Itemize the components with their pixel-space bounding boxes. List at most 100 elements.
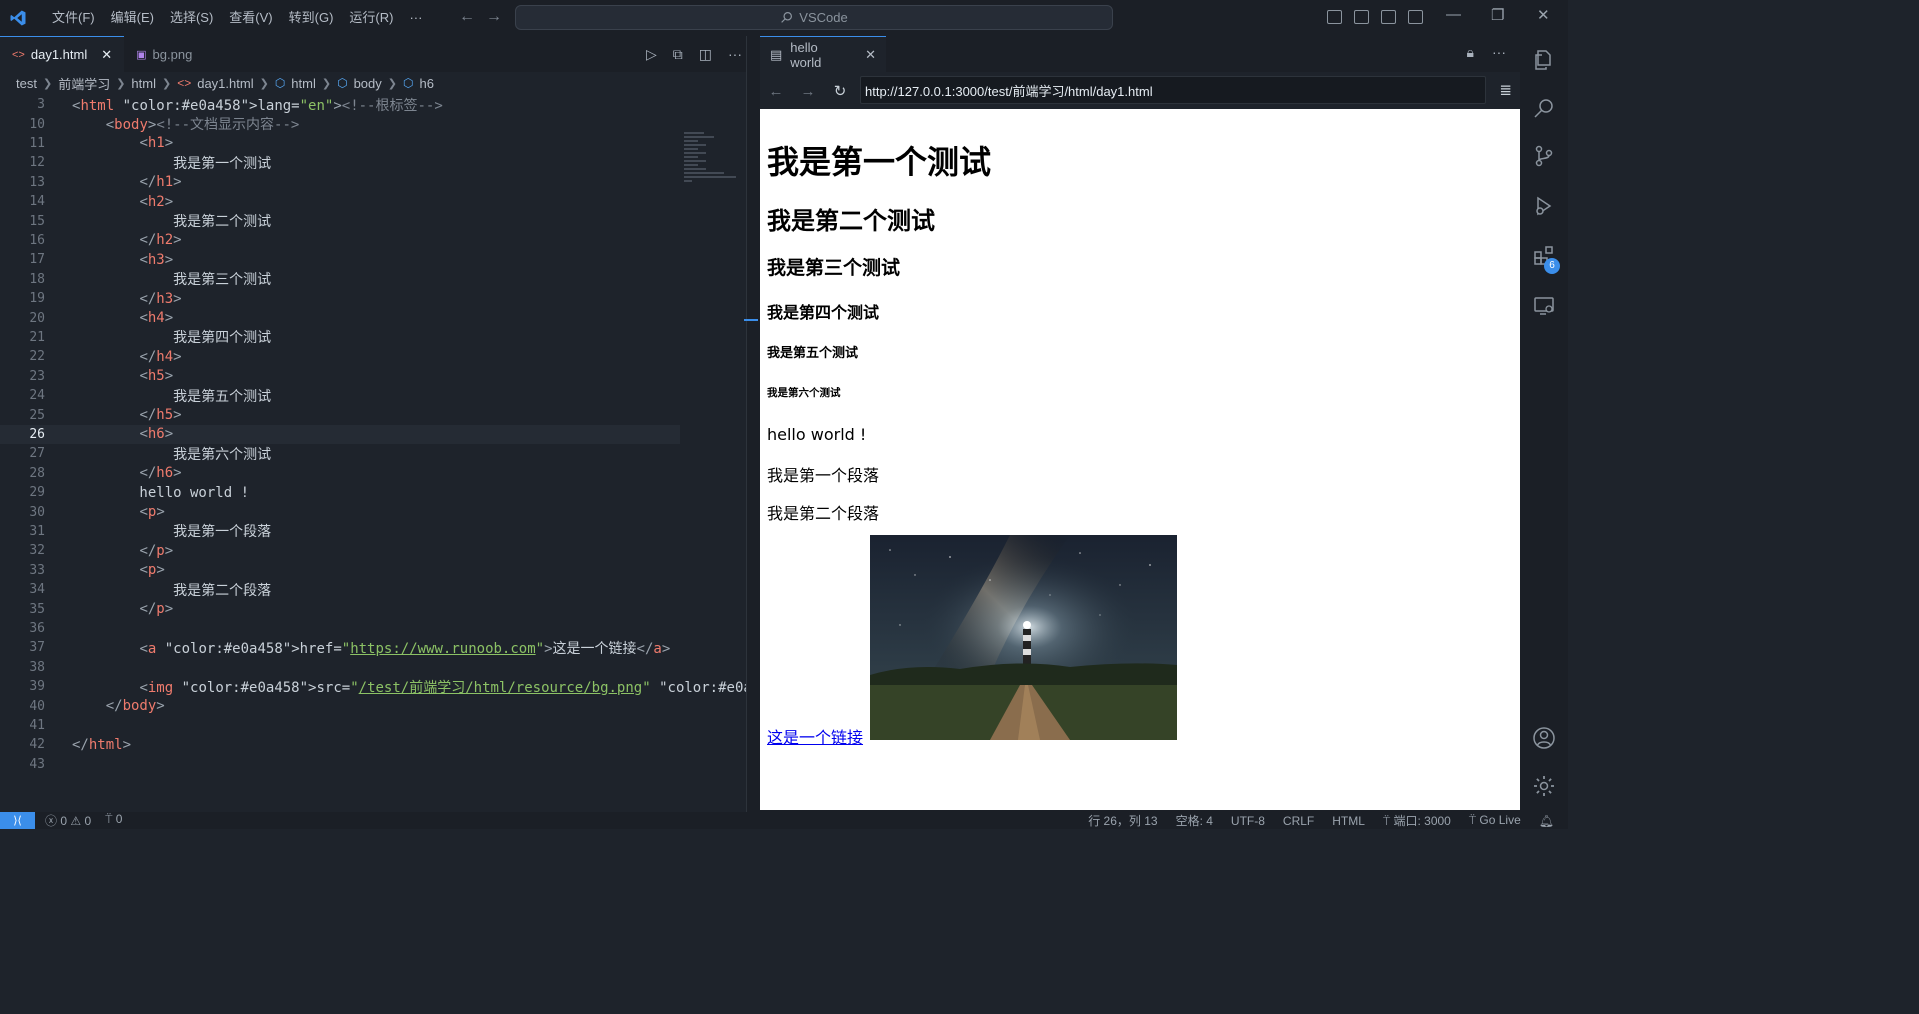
line-number: 32 xyxy=(29,543,45,559)
breadcrumb-item[interactable]: test xyxy=(16,76,37,91)
code-line[interactable]: 35 </p> xyxy=(0,599,680,618)
code-line[interactable]: 36 xyxy=(0,619,680,638)
indentation[interactable]: 空格: 4 xyxy=(1176,812,1213,829)
code-line[interactable]: 14 <h2> xyxy=(0,192,680,211)
menu-run[interactable]: 运行(R) xyxy=(341,0,401,36)
code-line[interactable]: 18 我是第三个测试 xyxy=(0,270,680,289)
run-debug-icon[interactable] xyxy=(1532,194,1556,218)
more-actions-icon[interactable]: ··· xyxy=(1492,44,1506,61)
breadcrumb-item[interactable]: body xyxy=(354,76,382,91)
line-number: 13 xyxy=(29,174,45,190)
command-center-search[interactable]: VSCode xyxy=(515,5,1113,30)
port-status[interactable]: ⍡ 端口: 3000 xyxy=(1383,812,1451,829)
code-line[interactable]: 21 我是第四个测试 xyxy=(0,328,680,347)
source-control-icon[interactable] xyxy=(1532,144,1556,168)
gear-icon[interactable] xyxy=(1532,774,1556,798)
breadcrumb-item[interactable]: html xyxy=(131,76,156,91)
forward-arrow-icon[interactable]: → xyxy=(486,8,502,26)
language-mode[interactable]: HTML xyxy=(1332,814,1365,828)
reload-icon[interactable]: ↻ xyxy=(824,82,856,100)
code-line[interactable]: 39 <img "color:#e0a458">src="/test/前端学习/… xyxy=(0,677,937,696)
code-line[interactable]: 42 </html> xyxy=(0,735,680,754)
code-line[interactable]: 16 </h2> xyxy=(0,231,680,250)
code-line[interactable]: 20 <h4> xyxy=(0,308,680,327)
menu-go[interactable]: 转到(G) xyxy=(281,0,342,36)
code-line[interactable]: 41 xyxy=(0,716,680,735)
code-line[interactable]: 38 xyxy=(0,658,680,677)
code-line[interactable]: 24 我是第五个测试 xyxy=(0,386,680,405)
encoding[interactable]: UTF-8 xyxy=(1231,814,1265,828)
forward-arrow-icon[interactable]: → xyxy=(792,83,824,100)
tab-preview[interactable]: ▤ hello world ✕ xyxy=(760,36,886,72)
code-line[interactable]: 3 <html "color:#e0a458">lang="en"><!--根标签… xyxy=(0,95,680,114)
editor-splitter[interactable] xyxy=(746,36,760,812)
minimize-icon[interactable]: — xyxy=(1446,6,1461,23)
code-editor[interactable]: 3 <html "color:#e0a458">lang="en"><!--根标签… xyxy=(0,94,937,812)
code-line[interactable]: 13 </h1> xyxy=(0,173,680,192)
minimap[interactable] xyxy=(684,130,742,200)
problems-status[interactable]: ⓧ 0 ⚠ 0 xyxy=(45,812,91,829)
open-preview-icon[interactable]: ⧉ xyxy=(673,46,683,63)
address-bar[interactable]: http://127.0.0.1:3000/test/前端学习/html/day… xyxy=(860,76,1486,104)
back-arrow-icon[interactable]: ← xyxy=(459,8,475,26)
menu-selection[interactable]: 选择(S) xyxy=(162,0,221,36)
code-line[interactable]: 28 </h6> xyxy=(0,464,680,483)
menu-view[interactable]: 查看(V) xyxy=(221,0,280,36)
breadcrumb-item[interactable]: h6 xyxy=(419,76,433,91)
close-window-icon[interactable]: ✕ xyxy=(1537,6,1550,24)
page-link[interactable]: 这是一个链接 xyxy=(767,724,863,748)
search-icon[interactable] xyxy=(1532,96,1556,120)
page-heading-h4: 我是第四个测试 xyxy=(767,303,880,322)
tab-day1-html[interactable]: <> day1.html ✕ xyxy=(0,36,125,72)
go-live-button[interactable]: ⍡ Go Live xyxy=(1469,813,1521,828)
cursor-position[interactable]: 行 26，列 13 xyxy=(1088,812,1157,829)
toggle-primary-sidebar-icon[interactable] xyxy=(1327,10,1342,24)
code-line[interactable]: 12 我是第一个测试 xyxy=(0,153,680,172)
close-tab-icon[interactable]: ✕ xyxy=(865,47,876,63)
toggle-secondary-sidebar-icon[interactable] xyxy=(1381,10,1396,24)
code-line[interactable]: 10 <body><!--文档显示内容--> xyxy=(0,114,680,134)
code-line[interactable]: 27 我是第六个测试 xyxy=(0,444,680,463)
code-line[interactable]: 22 </h4> xyxy=(0,347,680,366)
remote-explorer-icon[interactable] xyxy=(1532,294,1556,318)
close-tab-icon[interactable]: ✕ xyxy=(101,47,112,63)
code-line[interactable]: 15 我是第二个测试 xyxy=(0,211,680,231)
code-line[interactable]: 32 </p> xyxy=(0,541,680,560)
toggle-panel-icon[interactable] xyxy=(1354,10,1369,24)
back-arrow-icon[interactable]: ← xyxy=(760,83,792,100)
code-line[interactable]: 29 hello world ! xyxy=(0,483,680,502)
code-line[interactable]: 30 <p> xyxy=(0,502,680,521)
split-editor-icon[interactable]: ◫ xyxy=(699,46,712,63)
breadcrumb-item[interactable]: html xyxy=(291,76,316,91)
restore-icon[interactable]: ❐ xyxy=(1491,6,1504,24)
code-line[interactable]: 43 xyxy=(0,755,680,774)
code-line[interactable]: 11 <h1> xyxy=(0,134,680,153)
code-line[interactable]: 34 我是第二个段落 xyxy=(0,580,680,599)
code-line[interactable]: 31 我是第一个段落 xyxy=(0,522,680,541)
customize-layout-icon[interactable] xyxy=(1408,10,1423,24)
end-of-line[interactable]: CRLF xyxy=(1283,814,1314,828)
menu-file[interactable]: 文件(F) xyxy=(44,0,103,36)
menu-more[interactable]: ··· xyxy=(401,0,430,36)
code-line[interactable]: 19 </h3> xyxy=(0,289,680,308)
account-icon[interactable] xyxy=(1532,726,1556,750)
ports-status[interactable]: ⍡ 0 xyxy=(105,812,122,829)
code-line[interactable]: 37 <a "color:#e0a458">href="https://www.… xyxy=(0,638,680,657)
more-actions-icon[interactable]: ··· xyxy=(728,46,742,62)
code-line[interactable]: 26 <h6> xyxy=(0,424,680,445)
menu-edit[interactable]: 编辑(E) xyxy=(103,0,162,36)
lock-icon[interactable]: 🔒︎ xyxy=(1467,44,1474,61)
menu-icon[interactable]: ≣ xyxy=(1499,81,1512,99)
remote-indicator-icon[interactable]: ⟩⟨ xyxy=(0,812,35,829)
run-icon[interactable]: ▷ xyxy=(646,46,657,63)
breadcrumb-item[interactable]: 前端学习 xyxy=(58,74,110,93)
breadcrumb-item[interactable]: day1.html xyxy=(197,76,253,91)
tab-bg-png[interactable]: ▣ bg.png xyxy=(124,36,204,72)
code-line[interactable]: 25 </h5> xyxy=(0,405,680,424)
notifications-bell-icon[interactable]: 🔔︎ xyxy=(1539,814,1554,828)
code-line[interactable]: 23 <h5> xyxy=(0,367,680,386)
code-line[interactable]: 33 <p> xyxy=(0,561,680,580)
code-line[interactable]: 17 <h3> xyxy=(0,250,680,269)
code-line[interactable]: 40 </body> xyxy=(0,696,680,715)
explorer-icon[interactable] xyxy=(1532,48,1556,72)
